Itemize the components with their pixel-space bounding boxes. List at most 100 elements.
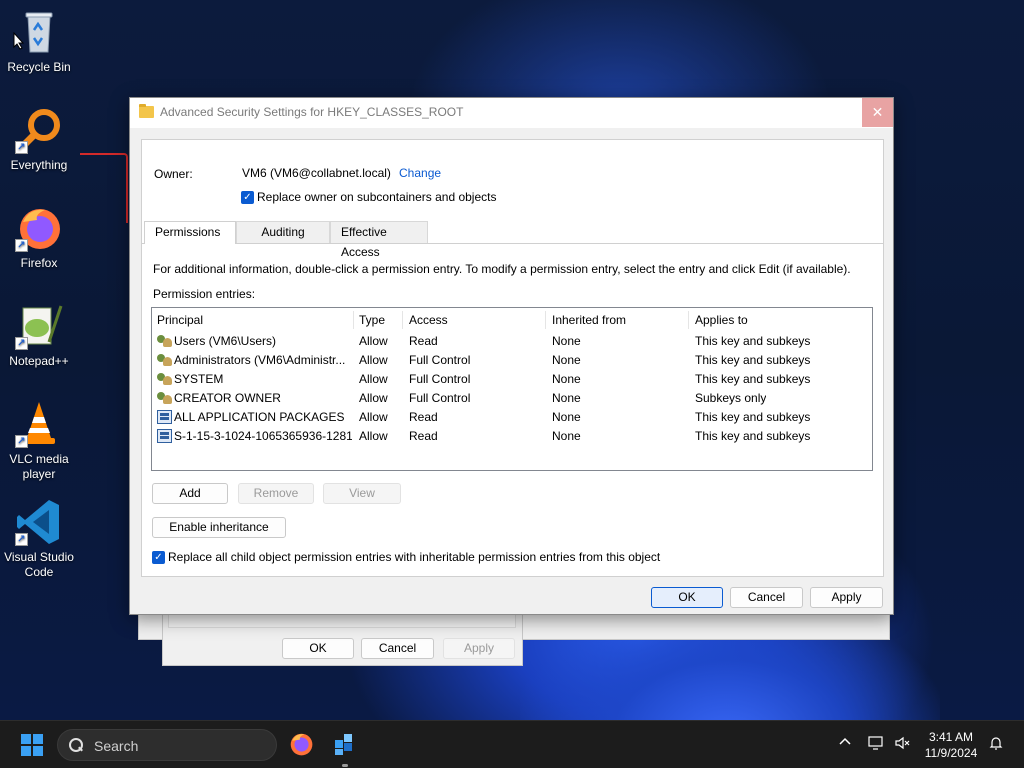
dialog-title: Advanced Security Settings for HKEY_CLAS… xyxy=(160,105,464,119)
principal-cell: SYSTEM xyxy=(174,372,224,386)
desktop-icon-label: Notepad++ xyxy=(9,354,69,368)
type-cell: Allow xyxy=(359,334,388,348)
type-cell: Allow xyxy=(359,429,388,443)
access-cell: Read xyxy=(409,334,438,348)
column-divider[interactable] xyxy=(353,311,354,329)
table-row[interactable]: CREATOR OWNER Allow Full Control None Su… xyxy=(152,389,872,408)
background-apply-button[interactable]: Apply xyxy=(443,638,515,659)
type-cell: Allow xyxy=(359,391,388,405)
principal-cell: Administrators (VM6\Administr... xyxy=(174,353,346,367)
active-app-indicator xyxy=(342,764,348,767)
desktop-icon-label: Firefox xyxy=(20,256,58,270)
access-cell: Full Control xyxy=(409,391,471,405)
table-row[interactable]: Administrators (VM6\Administr... Allow F… xyxy=(152,351,872,370)
enable-inheritance-button[interactable]: Enable inheritance xyxy=(152,517,286,538)
desktop-icon-vlc[interactable]: ↗ VLC media player xyxy=(1,400,77,482)
list-header: Principal Type Access Inherited from App… xyxy=(152,308,872,331)
app-package-icon xyxy=(157,410,172,424)
background-cancel-button[interactable]: Cancel xyxy=(361,638,434,659)
users-icon xyxy=(157,372,172,386)
table-row[interactable]: S-1-15-3-1024-1065365936-1281... Allow R… xyxy=(152,427,872,446)
advanced-security-settings-dialog: Advanced Security Settings for HKEY_CLAS… xyxy=(129,97,894,615)
users-icon xyxy=(157,353,172,367)
apply-button[interactable]: Apply xyxy=(810,587,883,608)
table-row[interactable]: SYSTEM Allow Full Control None This key … xyxy=(152,370,872,389)
tab-effective-access[interactable]: Effective Access xyxy=(330,221,428,259)
tab-auditing[interactable]: Auditing xyxy=(236,221,330,243)
desktop-icon-notepad-plus-plus[interactable]: ↗ Notepad++ xyxy=(1,302,77,369)
column-header-principal[interactable]: Principal xyxy=(157,313,203,327)
dialog-titlebar[interactable]: Advanced Security Settings for HKEY_CLAS… xyxy=(130,98,893,128)
clock-date: 11/9/2024 xyxy=(924,746,978,760)
column-divider[interactable] xyxy=(688,311,689,329)
desktop-icon-vscode[interactable]: ↗ Visual Studio Code xyxy=(1,498,77,580)
windows-logo-icon xyxy=(21,734,31,744)
shortcut-arrow-icon: ↗ xyxy=(15,533,28,546)
cancel-button[interactable]: Cancel xyxy=(730,587,803,608)
applies-to-cell: This key and subkeys xyxy=(695,429,811,443)
permission-entries-list[interactable]: Principal Type Access Inherited from App… xyxy=(151,307,873,471)
column-header-type[interactable]: Type xyxy=(359,313,385,327)
permissions-info-text: For additional information, double-click… xyxy=(153,262,851,276)
volume-muted-icon[interactable] xyxy=(894,735,910,754)
view-button[interactable]: View xyxy=(323,483,401,504)
chevron-up-icon[interactable] xyxy=(838,735,852,752)
table-row[interactable]: ALL APPLICATION PACKAGES Allow Read None… xyxy=(152,408,872,427)
desktop-icon-label: Recycle Bin xyxy=(7,60,71,74)
vscode-icon: ↗ xyxy=(15,498,63,546)
desktop-icon-firefox[interactable]: ↗ Firefox xyxy=(1,204,77,271)
close-button[interactable]: ✕ xyxy=(862,98,893,127)
inherited-cell: None xyxy=(552,334,581,348)
notification-bell-icon[interactable] xyxy=(988,735,1004,754)
owner-label: Owner: xyxy=(154,167,193,181)
applies-to-cell: This key and subkeys xyxy=(695,334,811,348)
mouse-cursor-icon xyxy=(13,31,25,53)
notepad-plus-plus-icon: ↗ xyxy=(15,302,63,350)
desktop-icon-label: Visual Studio Code xyxy=(4,550,74,579)
column-divider[interactable] xyxy=(545,311,546,329)
inherited-cell: None xyxy=(552,372,581,386)
background-ok-button[interactable]: OK xyxy=(282,638,354,659)
firefox-icon: ↗ xyxy=(15,204,63,252)
applies-to-cell: This key and subkeys xyxy=(695,353,811,367)
clock-time: 3:41 AM xyxy=(928,730,974,744)
ok-button[interactable]: OK xyxy=(651,587,723,608)
shortcut-arrow-icon: ↗ xyxy=(15,141,28,154)
inherited-cell: None xyxy=(552,353,581,367)
taskbar-regedit-icon[interactable] xyxy=(332,731,360,759)
applies-to-cell: Subkeys only xyxy=(695,391,767,405)
column-header-access[interactable]: Access xyxy=(409,313,448,327)
taskbar: Search 3:41 AM 11/9/2024 xyxy=(0,720,1024,768)
add-button[interactable]: Add xyxy=(152,483,228,504)
permission-entries-label: Permission entries: xyxy=(153,287,256,301)
tab-divider xyxy=(142,243,883,244)
folder-icon xyxy=(139,104,154,118)
access-cell: Full Control xyxy=(409,353,471,367)
column-header-applies-to[interactable]: Applies to xyxy=(695,313,748,327)
remove-button[interactable]: Remove xyxy=(238,483,314,504)
shortcut-arrow-icon: ↗ xyxy=(15,337,28,350)
column-header-inherited-from[interactable]: Inherited from xyxy=(552,313,626,327)
column-divider[interactable] xyxy=(402,311,403,329)
table-row[interactable]: Users (VM6\Users) Allow Read None This k… xyxy=(152,332,872,351)
taskbar-clock[interactable]: 3:41 AM 11/9/2024 xyxy=(916,729,986,761)
users-icon xyxy=(157,334,172,348)
desktop-icon-label: Everything xyxy=(10,158,68,172)
inherited-cell: None xyxy=(552,429,581,443)
replace-owner-checkbox[interactable]: ✓ xyxy=(241,191,254,204)
shortcut-arrow-icon: ↗ xyxy=(15,239,28,252)
principal-cell: Users (VM6\Users) xyxy=(174,334,277,348)
replace-child-permissions-label: Replace all child object permission entr… xyxy=(168,550,661,564)
principal-cell: S-1-15-3-1024-1065365936-1281... xyxy=(174,429,352,443)
search-icon xyxy=(69,738,83,752)
access-cell: Read xyxy=(409,429,438,443)
replace-child-permissions-checkbox[interactable]: ✓ xyxy=(152,551,165,564)
network-icon[interactable] xyxy=(868,735,884,754)
taskbar-search-box[interactable]: Search xyxy=(57,729,277,761)
change-owner-link[interactable]: Change xyxy=(399,166,441,180)
start-button[interactable] xyxy=(21,734,43,756)
tab-permissions[interactable]: Permissions xyxy=(144,221,236,244)
desktop-icon-everything[interactable]: ↗ Everything xyxy=(1,106,77,173)
owner-value: VM6 (VM6@collabnet.local) xyxy=(242,166,391,180)
taskbar-firefox-icon[interactable] xyxy=(288,731,316,759)
